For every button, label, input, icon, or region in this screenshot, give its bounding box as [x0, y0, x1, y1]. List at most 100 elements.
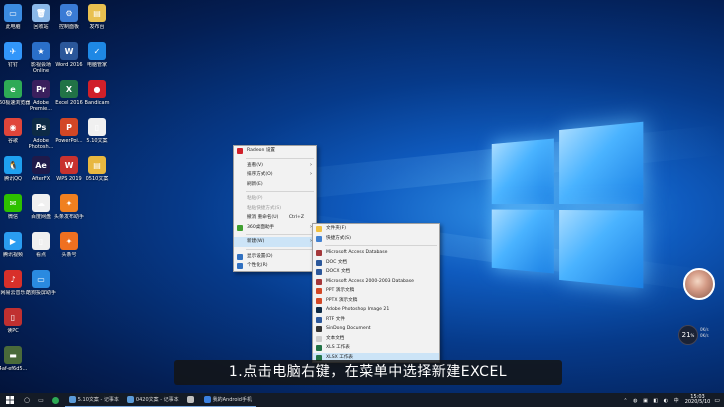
new-submenu-item[interactable]: XLS 工作表: [313, 343, 439, 353]
app-icon: ▭: [4, 4, 22, 22]
windows-start-icon: [6, 396, 14, 404]
app-icon: ▯: [88, 118, 106, 136]
speed-widget[interactable]: 21%: [678, 325, 698, 345]
menu-separator: [325, 245, 437, 246]
new-submenu-item[interactable]: DOC 文档: [313, 258, 439, 268]
desktop-icon-label: 酷狗投屏助手: [22, 290, 60, 296]
psd-icon: [316, 307, 322, 313]
ppt-icon: [316, 288, 322, 294]
app-icon: ✈: [4, 42, 22, 60]
context-menu-item[interactable]: 个性化(R): [234, 261, 316, 271]
context-menu-item-label: 排序方式(O): [247, 172, 273, 177]
app-icon: [187, 396, 194, 403]
app-icon: e: [4, 80, 22, 98]
new-submenu-item[interactable]: 快捷方式(S): [313, 234, 439, 244]
taskbar-app-label: 5.10文案 - 记事本: [78, 396, 119, 403]
search-button[interactable]: ○: [20, 393, 34, 407]
taskbar-app[interactable]: 我的Android手机: [200, 393, 256, 407]
desktop-icon[interactable]: ▤ 0510文案: [78, 156, 116, 182]
context-menu-item[interactable]: 360桌面助手 ›: [234, 223, 316, 233]
desktop-icon[interactable]: ▯ 读PC: [0, 308, 32, 334]
task-view-button[interactable]: ▭: [34, 393, 48, 407]
desktop-icon[interactable]: ▯ 5.10文案: [78, 118, 116, 144]
app-icon: P: [60, 118, 78, 136]
tray-icons[interactable]: ⌃ ◍ ▣ ◧ ◐ 中: [623, 397, 680, 404]
docx-icon: [316, 269, 322, 275]
context-menu-item[interactable]: 排序方式(O) ›: [234, 170, 316, 180]
context-menu-item[interactable]: 刷新(E): [234, 180, 316, 190]
menu-separator: [246, 158, 314, 159]
app-icon: ▯: [4, 308, 22, 326]
avatar[interactable]: [683, 268, 715, 300]
new-submenu-item-label: Microsoft Access Database: [326, 250, 387, 255]
taskbar-apps: 5.10文案 - 记事本 0420文案 - 记事本 我的Android手机: [65, 393, 256, 407]
taskbar-app-label: 我的Android手机: [213, 396, 252, 403]
new-submenu: 文件夹(F) 快捷方式(S) Microsoft Access Database DO…: [312, 223, 440, 363]
new-submenu-item[interactable]: Microsoft Access 2000-2003 Database: [313, 277, 439, 287]
context-menu-item-label: Radeon 设置: [247, 148, 275, 153]
new-submenu-item-label: 快捷方式(S): [326, 236, 351, 241]
taskbar-app-label: 0420文案 - 记事本: [136, 396, 179, 403]
desktop-icon[interactable]: ▬ 4af-ef6d5...: [0, 346, 32, 372]
app-icon: ●: [88, 80, 106, 98]
app-icon: ▤: [88, 156, 106, 174]
desktop-icon[interactable]: ▭ 酷狗投屏助手: [22, 270, 60, 296]
chevron-right-icon: ›: [310, 170, 312, 180]
pptx-icon: [316, 298, 322, 304]
new-submenu-item[interactable]: 文本文档: [313, 334, 439, 344]
taskbar-app[interactable]: 0420文案 - 记事本: [123, 393, 183, 407]
app-icon: ★: [32, 42, 50, 60]
app-icon: ✦: [60, 194, 78, 212]
app-icon: ▬: [4, 346, 22, 364]
new-submenu-item[interactable]: PPT 演示文稿: [313, 286, 439, 296]
app-icon: ✉: [4, 194, 22, 212]
desktop-icon[interactable]: ▤ 发布台: [78, 4, 116, 30]
context-menu-item-label: 撤消 重命名(U): [247, 215, 278, 220]
context-menu-item-label: 查看(V): [247, 163, 263, 168]
new-submenu-item[interactable]: RTF 文件: [313, 315, 439, 325]
taskbar-app[interactable]: 5.10文案 - 记事本: [65, 393, 123, 407]
new-submenu-item[interactable]: DOCX 文档: [313, 267, 439, 277]
app-icon: ▭: [32, 270, 50, 288]
app-icon: ⚙: [60, 4, 78, 22]
system-tray: ⌃ ◍ ▣ ◧ ◐ 中 15:03 2020/5/10 ▭: [623, 393, 720, 407]
start-button[interactable]: [0, 393, 20, 407]
new-submenu-item-label: SinDong Document: [326, 326, 371, 331]
new-submenu-item[interactable]: SinDong Document: [313, 324, 439, 334]
context-menu-item[interactable]: 撤消 重命名(U) Ctrl+Z: [234, 213, 316, 223]
new-submenu-item-label: PPTX 演示文稿: [326, 298, 357, 303]
new-submenu-item[interactable]: Microsoft Access Database: [313, 248, 439, 258]
app-icon: ✦: [60, 232, 78, 250]
menu-separator: [246, 191, 314, 192]
desktop-icon-label: 电脑管家: [78, 62, 116, 68]
desktop-icon[interactable]: ✦ 头条号: [50, 232, 88, 258]
clock[interactable]: 15:03 2020/5/10: [685, 395, 711, 406]
new-submenu-item-label: PPT 演示文稿: [326, 288, 354, 293]
notification-icon[interactable]: ▭: [714, 397, 720, 404]
new-submenu-item[interactable]: 文件夹(F): [313, 224, 439, 234]
speed-stats: 0K/s 0K/s: [700, 327, 709, 339]
app-icon: [69, 396, 76, 403]
new-submenu-item[interactable]: Adobe Photoshop Image 21: [313, 305, 439, 315]
new-submenu-item[interactable]: PPTX 演示文稿: [313, 296, 439, 306]
desktop-icon-label: 0510文案: [78, 176, 116, 182]
folder-icon: [316, 226, 322, 232]
app-icon: X: [60, 80, 78, 98]
txt-icon: [316, 336, 322, 342]
context-menu-item-label: 显示设置(D): [247, 254, 273, 259]
speed-value: 21: [682, 331, 691, 339]
browser-pin[interactable]: [48, 393, 65, 407]
context-menu-item[interactable]: 新建(W) ›: [234, 237, 316, 247]
radeon-icon: [237, 148, 243, 154]
desktop-icon[interactable]: ✦ 头条发布助手: [50, 194, 88, 220]
menu-separator: [246, 234, 314, 235]
desktop-icon-label: 5.10文案: [78, 138, 116, 144]
context-menu-item[interactable]: 查看(V) ›: [234, 161, 316, 171]
desktop-icon-label: Bandicam: [78, 100, 116, 106]
context-menu-item[interactable]: Radeon 设置: [234, 146, 316, 156]
app-icon: [127, 396, 134, 403]
context-menu-item[interactable]: 显示设置(D): [234, 252, 316, 262]
taskbar-app[interactable]: [183, 393, 200, 407]
desktop-icon[interactable]: ● Bandicam: [78, 80, 116, 106]
desktop-icon[interactable]: ✓ 电脑管家: [78, 42, 116, 68]
